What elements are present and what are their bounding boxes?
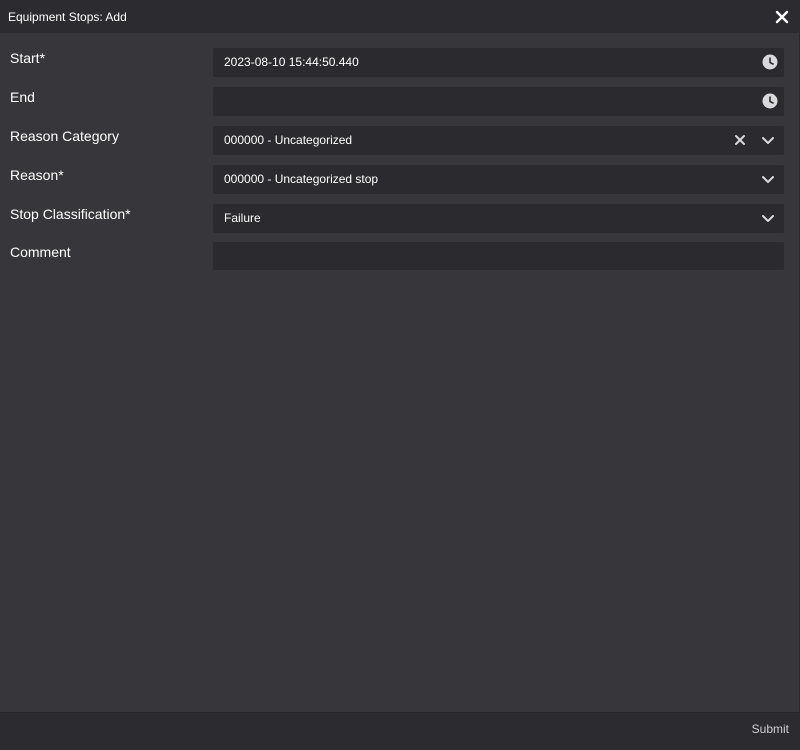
- clock-icon[interactable]: [762, 54, 778, 70]
- comment-row: Comment: [0, 242, 800, 273]
- equipment-stops-add-dialog: Equipment Stops: Add Start* 2023-08-10 1…: [0, 0, 800, 750]
- reason-value[interactable]: 000000 - Uncategorized stop: [224, 172, 378, 186]
- stop-classification-select[interactable]: Failure: [213, 204, 784, 233]
- stop-classification-value[interactable]: Failure: [224, 211, 261, 225]
- start-row: Start* 2023-08-10 15:44:50.440: [0, 48, 800, 79]
- reason-category-row: Reason Category 000000 - Uncategorized: [0, 126, 800, 157]
- close-icon[interactable]: [774, 9, 790, 25]
- stop-classification-label: Stop Classification*: [10, 206, 131, 222]
- dialog-titlebar: Equipment Stops: Add: [0, 0, 800, 33]
- start-field[interactable]: 2023-08-10 15:44:50.440: [213, 48, 784, 77]
- start-value[interactable]: 2023-08-10 15:44:50.440: [224, 55, 359, 69]
- stop-classification-row: Stop Classification* Failure: [0, 204, 800, 235]
- reason-label: Reason*: [10, 167, 64, 183]
- end-row: End: [0, 87, 800, 118]
- clock-icon[interactable]: [762, 93, 778, 109]
- dialog-title: Equipment Stops: Add: [8, 10, 127, 24]
- end-field[interactable]: [213, 87, 784, 116]
- chevron-down-icon[interactable]: [760, 171, 776, 187]
- comment-field[interactable]: [213, 242, 784, 270]
- reason-category-label: Reason Category: [10, 128, 119, 144]
- reason-select[interactable]: 000000 - Uncategorized stop: [213, 165, 784, 194]
- comment-input[interactable]: [213, 242, 784, 270]
- chevron-down-icon[interactable]: [760, 132, 776, 148]
- start-label: Start*: [10, 50, 46, 66]
- submit-button[interactable]: Submit: [752, 722, 789, 736]
- end-label: End: [10, 89, 35, 105]
- dialog-footer: Submit: [0, 712, 800, 750]
- reason-category-value[interactable]: 000000 - Uncategorized: [224, 133, 352, 147]
- comment-label: Comment: [10, 244, 71, 260]
- reason-category-select[interactable]: 000000 - Uncategorized: [213, 126, 784, 155]
- reason-row: Reason* 000000 - Uncategorized stop: [0, 165, 800, 196]
- clear-icon[interactable]: [732, 132, 748, 148]
- chevron-down-icon[interactable]: [760, 210, 776, 226]
